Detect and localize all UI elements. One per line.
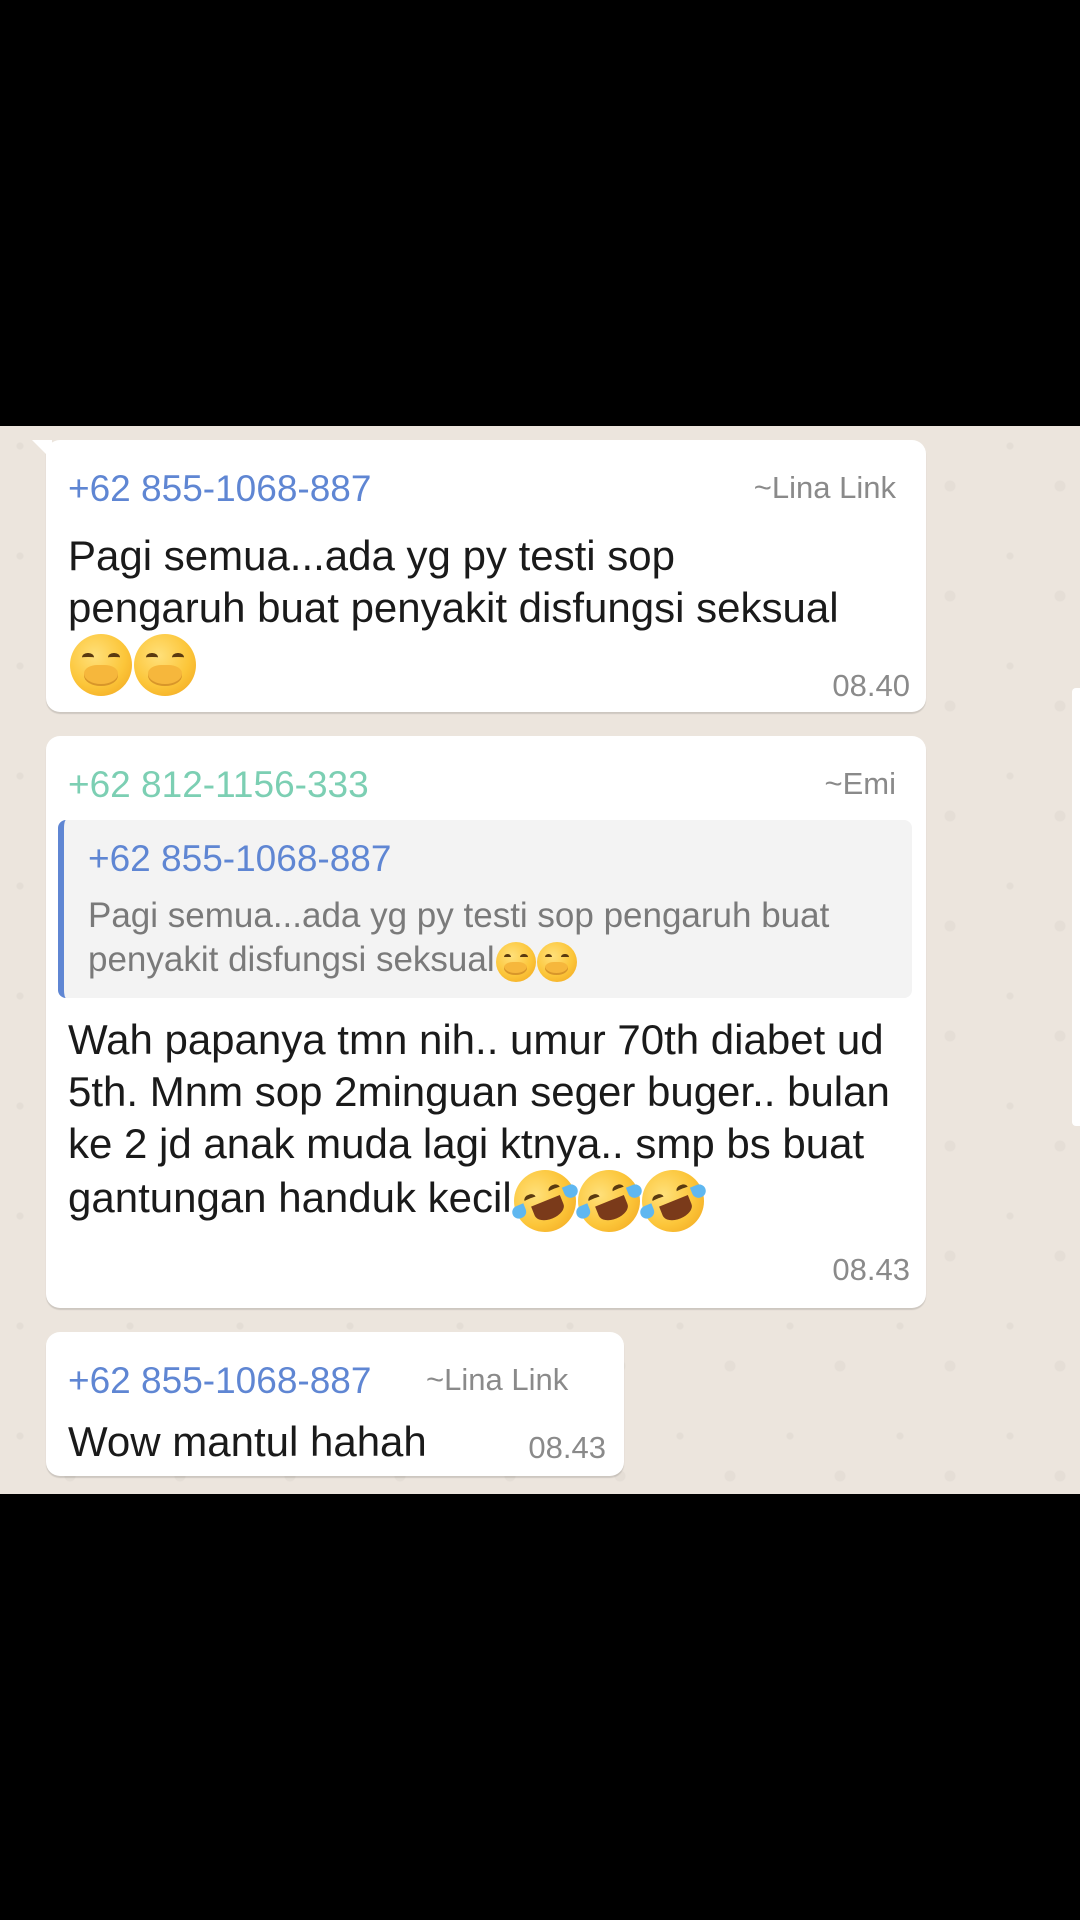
quoted-sender-phone: +62 855-1068-887 <box>88 838 392 879</box>
message-bubble[interactable]: +62 855-1068-887 ~Lina Link Pagi semua..… <box>32 440 926 712</box>
face-with-hand-over-mouth-icon <box>70 634 132 696</box>
sender-phone[interactable]: +62 812-1156-333 <box>68 764 369 806</box>
message-body: Wah papanya tmn nih.. umur 70th diabet u… <box>68 1016 890 1222</box>
sender-name: ~Lina Link <box>753 470 896 505</box>
rolling-on-the-floor-laughing-icon <box>632 1160 714 1242</box>
quoted-text-block: Pagi semua...ada yg py testi sop pengaru… <box>88 894 908 982</box>
message-bubble[interactable]: +62 855-1068-887 ~Lina Link Wow mantul h… <box>46 1332 624 1476</box>
rolling-on-the-floor-laughing-icon <box>568 1160 650 1242</box>
message-text: Wow mantul hahah <box>68 1416 508 1468</box>
message-time: 08.40 <box>832 668 910 703</box>
message-text: Wah papanya tmn nih.. umur 70th diabet u… <box>68 1014 908 1242</box>
message-time: 08.43 <box>832 1252 910 1287</box>
message-body: Wow mantul hahah <box>68 1418 427 1465</box>
face-with-hand-over-mouth-icon <box>495 941 536 982</box>
chat-area: +62 855-1068-887 ~Lina Link Pagi semua..… <box>0 426 1080 1494</box>
sender-phone[interactable]: +62 855-1068-887 <box>68 1360 371 1402</box>
quoted-text: Pagi semua...ada yg py testi sop pengaru… <box>88 896 830 979</box>
sender-name: ~Lina Link <box>426 1362 569 1397</box>
message-time: 08.43 <box>528 1430 606 1465</box>
message-text: Pagi semua...ada yg py testi sop pengaru… <box>68 530 848 696</box>
sender-phone[interactable]: +62 855-1068-887 <box>68 468 371 510</box>
message-body: Pagi semua...ada yg py testi sop pengaru… <box>68 532 839 631</box>
rolling-on-the-floor-laughing-icon <box>504 1160 586 1242</box>
quoted-message[interactable]: +62 855-1068-887 Pagi semua...ada yg py … <box>58 820 912 998</box>
face-with-hand-over-mouth-icon <box>134 634 196 696</box>
face-with-hand-over-mouth-icon <box>536 941 577 982</box>
edge-strip <box>1072 688 1080 1126</box>
message-bubble[interactable]: +62 812-1156-333 ~Emi +62 855-1068-887 P… <box>46 736 926 1308</box>
sender-name: ~Emi <box>824 766 897 801</box>
